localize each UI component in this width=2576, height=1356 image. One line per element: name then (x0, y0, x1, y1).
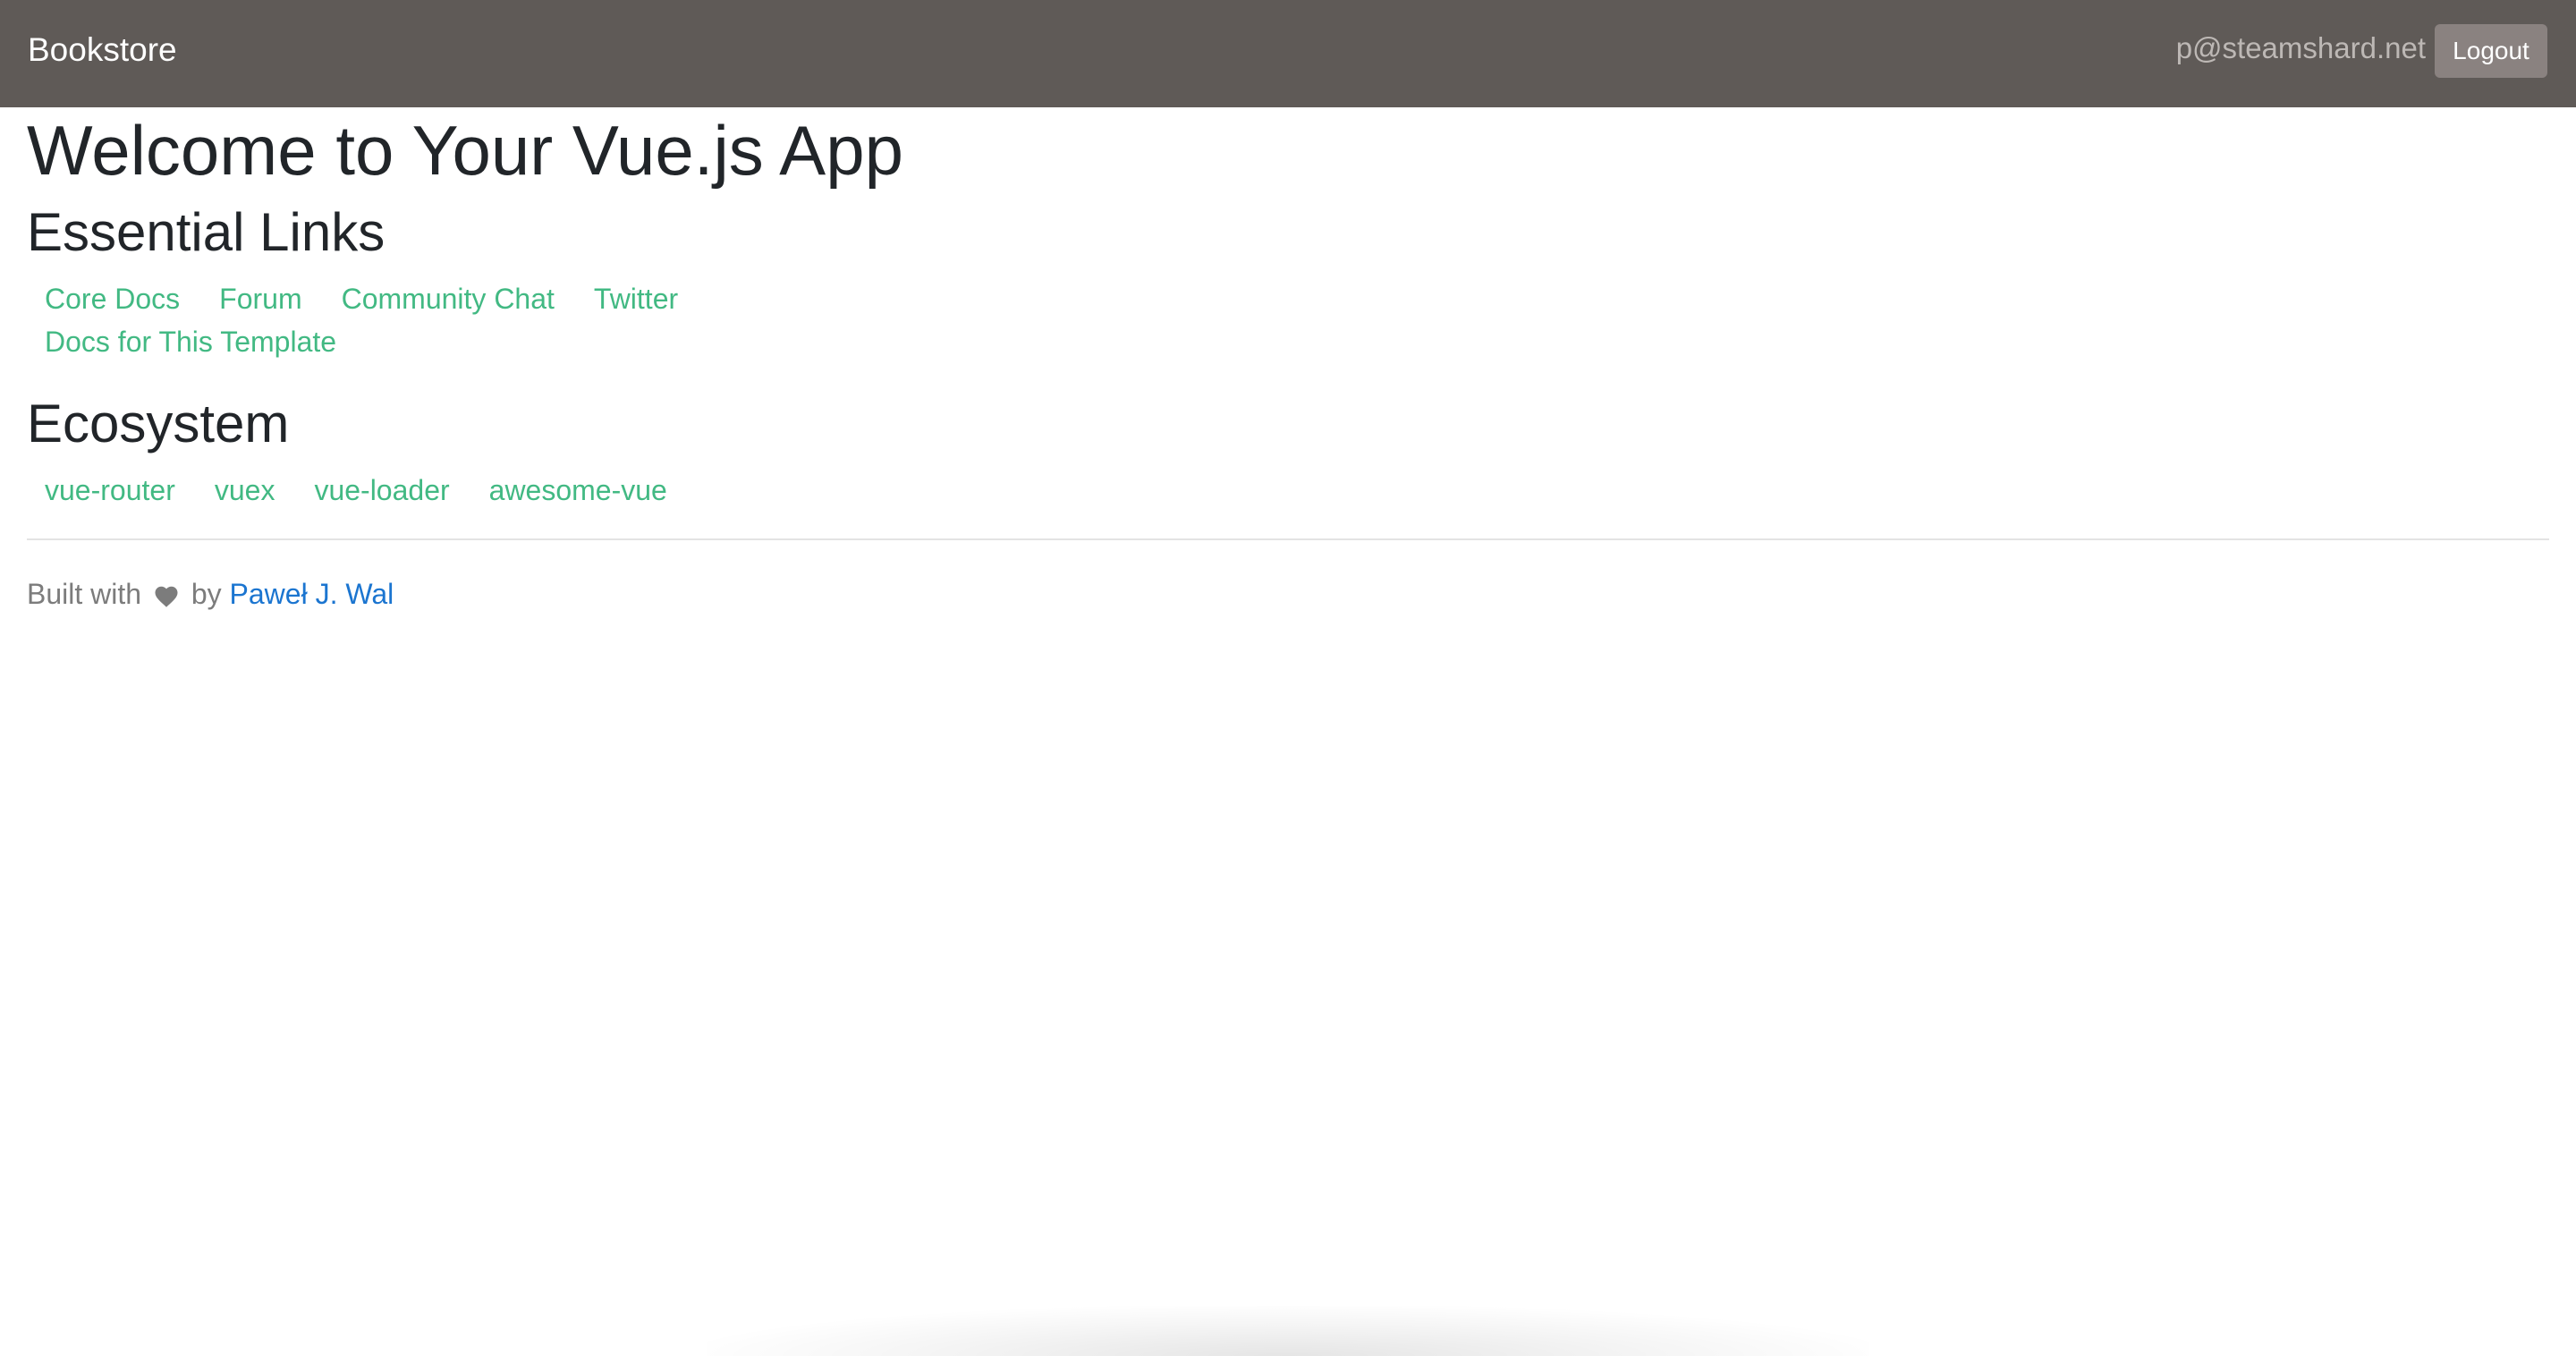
list-item: awesome-vue (489, 469, 667, 512)
essential-links-heading: Essential Links (27, 202, 386, 262)
user-email: p@steamshard.net (2175, 31, 2426, 64)
list-item: vue-loader (314, 469, 449, 512)
awesome-vue-link[interactable]: awesome-vue (489, 474, 667, 506)
essential-links-list: Core Docs Forum Community Chat Twitter Docs … (45, 277, 850, 363)
logout-button[interactable]: Logout (2435, 24, 2547, 78)
forum-link[interactable]: Forum (219, 283, 301, 315)
brand-link[interactable]: Bookstore (28, 29, 177, 72)
list-item: Twitter (594, 277, 678, 320)
vue-loader-link[interactable]: vue-loader (314, 474, 449, 506)
bottom-shadow (707, 1306, 1869, 1356)
footer: Built with by Paweł J. Wal (27, 572, 394, 615)
list-item: Forum (219, 277, 301, 320)
footer-divider (27, 538, 2549, 540)
community-chat-link[interactable]: Community Chat (342, 283, 555, 315)
ecosystem-links-list: vue-router vuex vue-loader awesome-vue (45, 469, 850, 512)
list-item: vue-router (45, 469, 175, 512)
docs-for-template-link[interactable]: Docs for This Template (45, 326, 336, 358)
list-item: vuex (215, 469, 275, 512)
vue-router-link[interactable]: vue-router (45, 474, 175, 506)
twitter-link[interactable]: Twitter (594, 283, 678, 315)
core-docs-link[interactable]: Core Docs (45, 283, 180, 315)
ecosystem-heading: Ecosystem (27, 394, 290, 453)
list-item: Core Docs (45, 277, 180, 320)
vuex-link[interactable]: vuex (215, 474, 275, 506)
author-link[interactable]: Paweł J. Wal (230, 578, 394, 610)
page-title: Welcome to Your Vue.js App (27, 111, 903, 190)
list-item: Community Chat (342, 277, 555, 320)
heart-icon (155, 586, 178, 607)
top-navbar: Bookstore p@steamshard.net Logout (0, 0, 2576, 107)
footer-prefix: Built with (27, 578, 142, 610)
list-item: Docs for This Template (45, 320, 336, 363)
footer-by: by (191, 578, 222, 610)
